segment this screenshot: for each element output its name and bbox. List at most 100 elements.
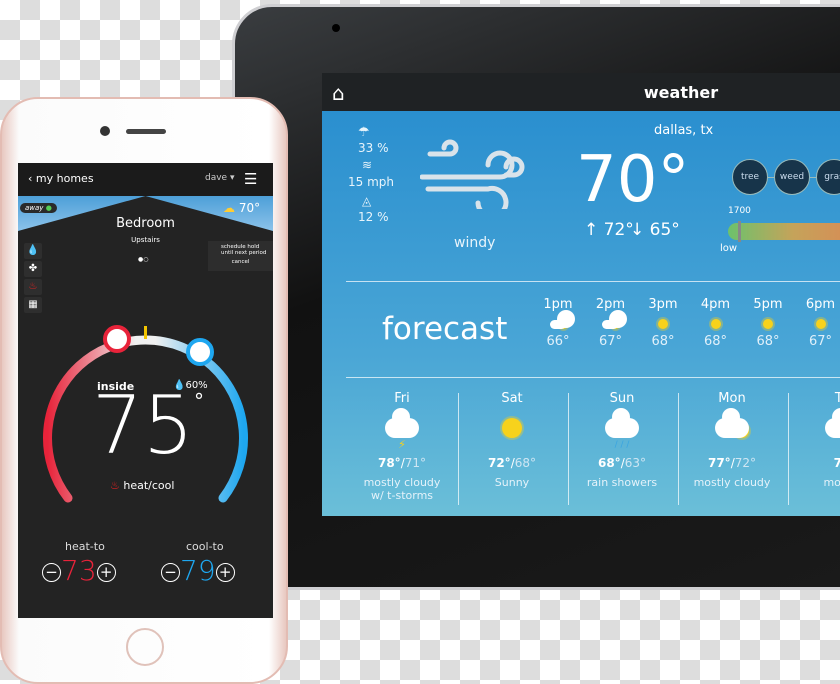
pollen-tab-grass[interactable]: gras: [816, 159, 840, 195]
heat-setpoint: −73 +: [42, 554, 116, 587]
low-temp: 63°: [624, 456, 647, 470]
sun-icon: [637, 312, 689, 334]
outdoor-temp: 70°: [238, 201, 261, 215]
away-label: away: [25, 204, 44, 212]
mode-label: heat/cool: [123, 479, 175, 492]
heat-increase-button[interactable]: +: [96, 562, 116, 582]
high-temp: 72°: [487, 456, 511, 470]
degree-symbol: °: [194, 389, 204, 413]
location: dallas, tx: [654, 123, 714, 138]
cancel-hold-button[interactable]: cancel: [211, 259, 270, 265]
back-button[interactable]: ‹ my homes: [28, 172, 94, 185]
daily-item: Sat 72°/68° Sunny: [457, 379, 567, 489]
thunderstorm-icon: ⚡: [347, 406, 457, 451]
away-button[interactable]: away ●: [20, 203, 57, 213]
page-title: weather: [643, 83, 719, 102]
divider: [568, 393, 569, 505]
day-label: Mon: [718, 391, 746, 406]
day-label: Sun: [609, 391, 635, 406]
temp-range: 72°/68°: [487, 456, 537, 470]
day-description: mostly cloudy: [363, 476, 441, 489]
divider: [678, 393, 679, 505]
phone-speaker: [126, 129, 166, 134]
pollen-tab-tree[interactable]: tree: [732, 159, 768, 195]
cool-decrease-button[interactable]: −: [161, 562, 180, 582]
outdoor-weather: ☁ 70°: [223, 201, 260, 215]
tablet-header: ⌂ weather: [322, 73, 840, 111]
menu-icon[interactable]: ☰: [244, 170, 257, 188]
sun-icon: [690, 312, 742, 334]
hour-temp: 68°: [703, 334, 728, 349]
humidity-icon[interactable]: 💧: [24, 243, 42, 259]
fan-icon[interactable]: ✤: [24, 261, 42, 277]
daily-forecast: Fri ⚡ 78°/71° mostly cloudy w/ t-storms Sat 72…: [322, 379, 840, 516]
hourly-item: 5pm 68°: [742, 297, 794, 349]
heat-cool-icon: ♨: [110, 479, 120, 492]
sun-icon: [742, 312, 794, 334]
user-dropdown[interactable]: dave ▾: [205, 173, 234, 183]
rain-icon: / / /: [567, 406, 677, 450]
temp-range: 78°/71°: [377, 456, 427, 470]
calendar-icon[interactable]: ▦: [24, 297, 42, 313]
day-description-2: w/ t-storms: [370, 489, 434, 502]
heat-value: 73: [61, 554, 97, 587]
high-temp: 78°: [377, 456, 401, 470]
low-temp: 72°: [734, 456, 757, 470]
partly-cloudy-icon: ☁: [223, 201, 235, 215]
cool-increase-button[interactable]: +: [215, 562, 235, 582]
partly-cloudy-icon: [532, 310, 584, 334]
high-temp: ↑ 72°: [584, 220, 634, 240]
partly-cloudy-icon: [787, 406, 840, 450]
heat-setpoint-handle: [103, 325, 131, 353]
heat-to-label: heat-to: [65, 540, 105, 553]
hourly-item: 3pm 68°: [637, 297, 689, 349]
day-description: mostly cloudy: [693, 476, 771, 489]
windy-icon: [420, 139, 525, 209]
divider: [788, 393, 789, 505]
hold-text-2: until next period: [221, 250, 267, 256]
cool-setpoint: −79 +: [161, 554, 235, 587]
indoor-temp: 75: [92, 379, 194, 472]
phone-screen: ‹ my homes dave ▾ ☰ away ● ☁ 70° Bedroom…: [18, 163, 273, 618]
partly-cloudy-icon: [585, 310, 637, 334]
sun-icon: [795, 312, 840, 334]
mode-button[interactable]: ♨ heat/cool: [110, 479, 174, 492]
hourly-item: 4pm 68°: [690, 297, 742, 349]
partly-cloudy-icon: [677, 406, 787, 450]
daily-item: Mon 77°/72° mostly cloudy: [677, 379, 787, 489]
room-name: Bedroom: [116, 216, 175, 231]
day-label: Sat: [501, 391, 523, 406]
hour-label: 2pm: [595, 297, 626, 312]
weather-panel: dallas, tx ☂ 33 % ≋ 15 mph ◬ 12 % windy …: [322, 111, 840, 516]
current-temp: 70°: [576, 143, 690, 217]
heat-decrease-button[interactable]: −: [42, 562, 61, 582]
leaf-icon: ●: [45, 204, 52, 212]
low-temp: ↓ 65°: [630, 220, 680, 240]
temp-range: 68°/63°: [597, 456, 647, 470]
hour-label: 3pm: [648, 297, 678, 312]
humidity-value: 12 %: [358, 210, 389, 224]
high-temp: 68°: [597, 456, 621, 470]
hour-temp: 66°: [546, 334, 570, 349]
humidity-drop-icon: ◬: [362, 194, 372, 208]
daily-item: Fri ⚡ 78°/71° mostly cloudy w/ t-storms: [347, 379, 457, 502]
hour-temp: 67°: [808, 334, 833, 349]
cool-value: 79: [180, 554, 216, 587]
low-temp: 68°: [514, 456, 537, 470]
daily-item: Sun / / / 68°/63° rain showers: [567, 379, 677, 489]
wind-value: 15 mph: [348, 175, 394, 189]
cool-setpoint-handle: [186, 338, 214, 366]
flame-icon[interactable]: ♨: [24, 279, 42, 295]
temp-range: 77: [787, 456, 840, 470]
pollen-level-bar: [728, 221, 840, 242]
schedule-hold: schedule hold until next period cancel: [208, 241, 273, 271]
tablet-screen: ⌂ weather dallas, tx ☂ 33 % ≋ 15 mph ◬ 1…: [322, 73, 840, 516]
home-button[interactable]: [126, 628, 164, 666]
page-indicator: ●○: [138, 256, 149, 263]
pollen-count: 1700: [728, 206, 751, 216]
tablet-camera: [332, 24, 340, 32]
pollen-level-label: low: [720, 243, 738, 254]
pollen-tab-weed[interactable]: weed: [774, 159, 810, 195]
back-label: my homes: [35, 172, 94, 185]
temp-range: 77°/72°: [707, 456, 757, 470]
